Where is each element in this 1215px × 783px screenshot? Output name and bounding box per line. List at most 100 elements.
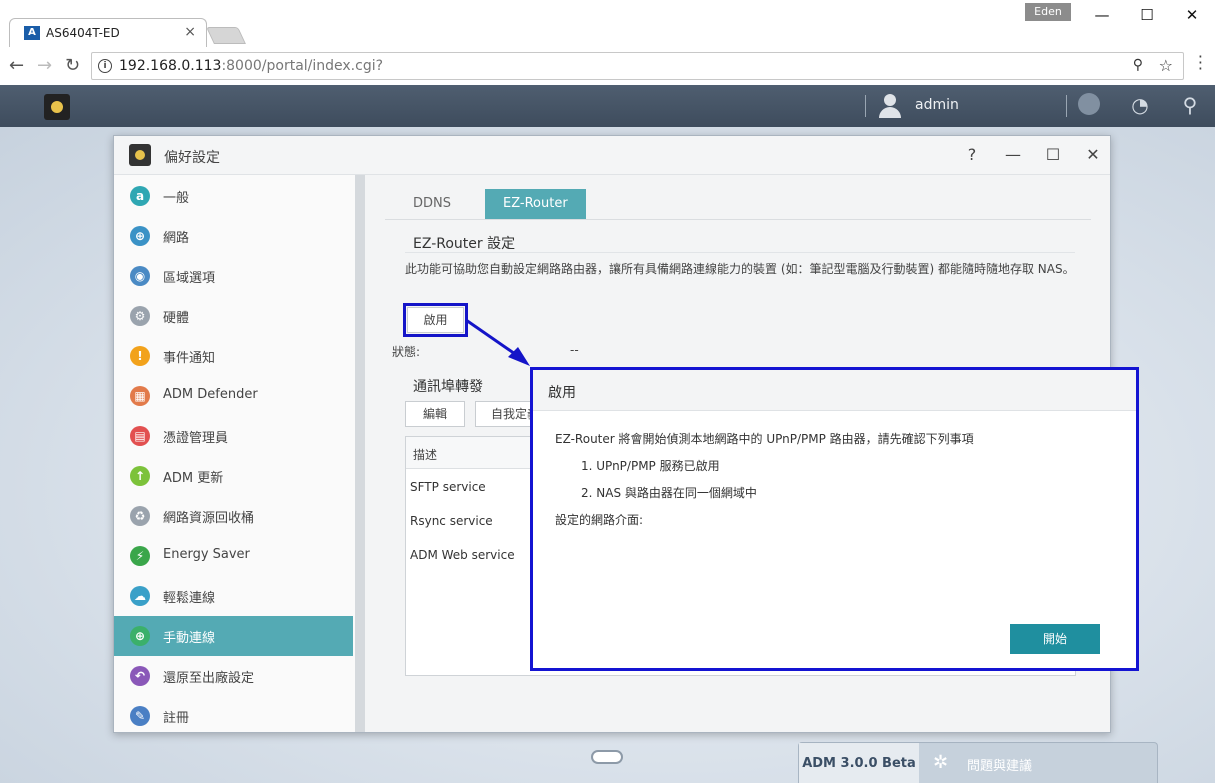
ez-router-description: 此功能可協助您自動設定網路路由器，讓所有具備網路連線能力的裝置 (如：筆記型電腦… [405,262,1075,276]
help-button[interactable]: ? [959,143,985,167]
sidebar-item-label: 事件通知 [163,351,216,366]
notification-bell-icon[interactable] [1078,93,1102,117]
table-header-description[interactable]: 描述 [413,446,437,463]
url-text[interactable]: 192.168.0.113:8000/portal/index.cgi? [119,58,383,74]
tab-ez-router[interactable]: EZ-Router [485,189,586,219]
firewall-icon: ▦ [130,386,150,406]
energy-icon: ⚡ [130,546,150,566]
start-button[interactable]: 開始 [1010,624,1100,654]
tab-ddns[interactable]: DDNS [395,189,469,219]
content-tabbar: DDNS EZ-Router [385,181,1091,220]
asustor-favicon-icon: A [24,26,40,40]
profile-chip[interactable]: Eden [1025,3,1071,21]
sidebar-item[interactable]: ✎ 註冊 [114,696,353,736]
sidebar-item[interactable]: ⊕ 手動連線 [114,616,353,656]
dialog-title: 啟用 [548,385,576,401]
cloud-icon: ☁ [130,586,150,606]
url-host: 192.168.0.113 [119,58,222,74]
sidebar-item[interactable]: a 一般 [114,176,353,216]
browser-chrome: A AS6404T-ED × Eden — ☐ ✕ ← → ↻ i 192.16… [0,0,1215,85]
dashboard-gauge-icon[interactable]: ◔ [1128,93,1152,117]
sidebar-item-label: ADM 更新 [163,471,224,486]
feedback-link[interactable]: 問題與建議 [967,755,1032,774]
dialog-requirement-2: 2. NAS 與路由器在同一個網域中 [581,486,757,500]
sidebar-item[interactable]: ♻ 網路資源回收桶 [114,496,353,536]
site-info-icon[interactable]: i [98,59,112,73]
window-close-button[interactable]: ✕ [1177,4,1207,26]
browser-toolbar: ← → ↻ i 192.168.0.113:8000/portal/index.… [0,47,1215,85]
adm-version: ADM 3.0.0 Beta [799,743,919,783]
table-row[interactable]: Rsync service [410,514,493,528]
sidebar-item-label: 註冊 [163,711,190,726]
bookmark-star-icon[interactable]: ☆ [1159,56,1173,75]
window-title: 偏好設定 [164,150,220,166]
sidebar-item[interactable]: ⚡ Energy Saver [114,536,353,576]
new-tab-button[interactable] [206,27,246,44]
settings-sidebar: a 一般 ⊕ 網路 ◉ 區域選項 ⚙ 硬體! 事件通知 ▦ ADM Defender ▤ 憑證管理員 ↑ A… [114,175,355,732]
sidebar-item[interactable]: ! 事件通知 [114,336,353,376]
tab-strip: A AS6404T-ED × Eden — ☐ ✕ [0,0,1215,48]
key-icon[interactable]: ⚲ [1133,57,1143,73]
port-forward-section-title: 通訊埠轉發 [413,379,483,395]
tab-close-icon[interactable]: × [184,24,196,40]
table-row[interactable]: SFTP service [410,480,486,494]
status-label: 狀態: [392,345,421,359]
reload-icon[interactable]: ↻ [65,55,80,76]
ez-router-section-title: EZ-Router 設定 [413,236,516,252]
sidebar-item[interactable]: ▤ 憑證管理員 [114,416,353,456]
sidebar-item-label: 網路 [163,231,190,246]
maximize-button[interactable]: ☐ [1040,143,1066,167]
register-icon: ✎ [130,706,150,726]
sidebar-item[interactable]: ☁ 輕鬆連線 [114,576,353,616]
taskbar-divider [865,95,866,117]
address-bar[interactable]: i 192.168.0.113:8000/portal/index.cgi? ⚲… [91,52,1184,80]
browser-tab[interactable]: A AS6404T-ED × [9,18,207,48]
url-path: :8000/portal/index.cgi? [221,58,384,74]
dialog-intro: EZ-Router 將會開始偵測本地網路中的 UPnP/PMP 路由器，請先確認… [555,432,974,446]
sidebar-scrollbar[interactable] [355,175,365,732]
manual-connect-icon: ⊕ [130,626,150,646]
dock-toggle[interactable] [591,750,623,764]
certificate-icon: ▤ [130,426,150,446]
close-button[interactable]: ✕ [1080,143,1106,167]
taskbar-divider [1066,95,1067,117]
forward-arrow-icon[interactable]: → [37,55,52,76]
table-row[interactable]: ADM Web service [410,548,515,562]
window-maximize-button[interactable]: ☐ [1132,4,1162,26]
sidebar-item[interactable]: ◉ 區域選項 [114,256,353,296]
edit-button[interactable]: 編輯 [405,401,465,427]
tab-title: AS6404T-ED [46,26,120,40]
restore-icon: ↶ [130,666,150,686]
at-icon: a [130,186,150,206]
recycle-bin-icon: ♻ [130,506,150,526]
window-minimize-button[interactable]: — [1087,4,1117,26]
sidebar-item[interactable]: ▦ ADM Defender [114,376,353,416]
sidebar-item-label: ADM Defender [163,387,258,402]
sidebar-item-label: 硬體 [163,311,190,326]
username-label[interactable]: admin [915,97,959,113]
back-arrow-icon[interactable]: ← [9,55,24,76]
browser-menu-icon[interactable]: · · · [1198,49,1203,77]
sidebar-item[interactable]: ↑ ADM 更新 [114,456,353,496]
footer-bar: ADM 3.0.0 Beta ✲ 問題與建議 [798,742,1158,783]
sidebar-item[interactable]: ⚙ 硬體 [114,296,353,336]
sidebar-item-label: 憑證管理員 [163,431,229,446]
sidebar-item[interactable]: ⊕ 網路 [114,216,353,256]
sidebar-item[interactable]: ↶ 還原至出廠設定 [114,656,353,696]
enable-button-annotation [403,303,468,337]
sidebar-item-label: Energy Saver [163,547,250,562]
preferences-gear-icon [129,144,151,166]
bug-icon[interactable]: ✲ [933,752,955,774]
enable-dialog: 啟用 EZ-Router 將會開始偵測本地網路中的 UPnP/PMP 路由器，請… [530,367,1139,671]
section-divider [405,252,1075,253]
window-titlebar[interactable]: 偏好設定 ? — ☐ ✕ [114,136,1110,175]
dialog-header[interactable]: 啟用 [533,370,1136,411]
network-interface-label: 設定的網路介面: [555,513,644,527]
user-avatar-icon[interactable] [878,94,902,118]
region-icon: ◉ [130,266,150,286]
sidebar-item-label: 區域選項 [163,271,216,286]
search-icon[interactable]: ⚲ [1178,93,1202,117]
adm-taskbar: admin ◔ ⚲ [0,85,1215,127]
minimize-button[interactable]: — [1000,143,1026,167]
preferences-app-icon[interactable] [44,94,70,120]
